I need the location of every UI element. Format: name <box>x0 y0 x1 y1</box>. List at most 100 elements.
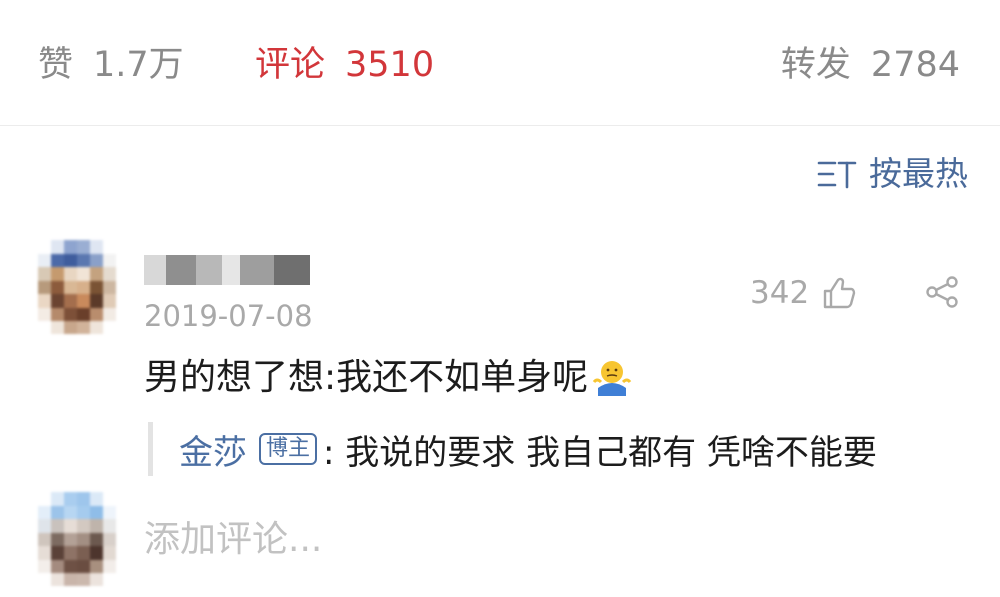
thumbs-up-icon <box>823 277 856 309</box>
avatar-mosaic-cell <box>103 294 116 308</box>
avatar-mosaic-cell <box>77 505 91 520</box>
avatar-mosaic-cell <box>90 267 104 281</box>
avatar-mosaic-cell <box>51 307 65 322</box>
avatar-mosaic-cell <box>90 294 104 308</box>
reposts-label: 转发 <box>780 45 851 85</box>
avatar-mosaic-cell <box>90 532 104 547</box>
avatar-mosaic-cell <box>103 532 116 547</box>
avatar-mosaic-cell <box>64 280 78 295</box>
avatar-mosaic-cell <box>64 321 78 334</box>
avatar-mosaic-cell <box>90 280 104 295</box>
avatar-mosaic-cell <box>77 519 91 533</box>
avatar-mosaic-cell <box>64 559 78 574</box>
sort-button[interactable]: 按最热 <box>817 152 968 196</box>
likes-count: 1.7万 <box>93 45 184 85</box>
avatar-mosaic-cell <box>38 546 52 560</box>
comments-count: 3510 <box>345 45 435 85</box>
avatar-mosaic-cell <box>103 307 116 322</box>
avatar-mosaic-cell <box>64 307 78 322</box>
avatar-mosaic-cell <box>90 307 104 322</box>
avatar-mosaic-cell <box>77 532 91 547</box>
avatar-mosaic-cell <box>38 532 52 547</box>
likes-tab[interactable]: 赞 1.7万 <box>38 40 184 90</box>
avatar-mosaic-cell <box>38 573 52 586</box>
avatar-mosaic-cell <box>77 240 91 254</box>
avatar-mosaic-cell <box>38 505 52 520</box>
avatar-mosaic-cell <box>90 573 104 586</box>
avatar-mosaic-cell <box>38 240 52 254</box>
avatar-mosaic-cell <box>51 559 65 574</box>
avatar-mosaic-cell <box>90 492 104 506</box>
avatar-mosaic-cell <box>64 532 78 547</box>
avatar-mosaic-cell <box>103 492 116 506</box>
commenter-avatar[interactable] <box>38 240 116 334</box>
blogger-reply[interactable]: 金莎 博主 : 我说的要求 我自己都有 凭啥不能要 <box>148 422 877 476</box>
avatar-mosaic-cell <box>77 280 91 295</box>
avatar-mosaic-cell <box>64 573 78 586</box>
current-user-avatar <box>38 492 116 586</box>
avatar-mosaic-cell <box>103 519 116 533</box>
avatar-mosaic-cell <box>103 280 116 295</box>
avatar-mosaic-cell <box>64 267 78 281</box>
avatar-mosaic-cell <box>51 280 65 295</box>
avatar-mosaic-cell <box>51 294 65 308</box>
avatar-mosaic-cell <box>77 546 91 560</box>
share-icon[interactable] <box>924 274 960 310</box>
avatar-mosaic-cell <box>64 546 78 560</box>
blogger-badge: 博主 <box>259 433 318 465</box>
comments-tab[interactable]: 评论 3510 <box>255 40 434 90</box>
like-count: 342 <box>750 275 810 311</box>
likes-label: 赞 <box>38 45 74 85</box>
comment-body: 男的想了想:我还不如单身呢 <box>144 352 632 404</box>
add-comment-input[interactable]: 添加评论... <box>144 514 322 566</box>
avatar-mosaic-cell <box>90 321 104 334</box>
avatar-mosaic-cell <box>38 253 52 268</box>
avatar-mosaic-cell <box>77 492 91 506</box>
avatar-mosaic-cell <box>77 321 91 334</box>
avatar-mosaic-cell <box>51 573 65 586</box>
avatar-mosaic-cell <box>103 546 116 560</box>
avatar-mosaic-cell <box>64 253 78 268</box>
comments-label: 评论 <box>255 45 326 85</box>
reposts-tab[interactable]: 转发 2784 <box>781 40 960 90</box>
avatar-mosaic-cell <box>103 321 116 334</box>
avatar-mosaic-cell <box>90 253 104 268</box>
avatar-mosaic-cell <box>90 505 104 520</box>
avatar-mosaic-cell <box>51 321 65 334</box>
avatar-mosaic-cell <box>51 505 65 520</box>
avatar-mosaic-cell <box>51 546 65 560</box>
avatar-mosaic-cell <box>90 546 104 560</box>
reposts-count: 2784 <box>870 45 960 85</box>
comment-date: 2019-07-08 <box>144 299 313 333</box>
avatar-mosaic-cell <box>51 267 65 281</box>
avatar-mosaic-cell <box>51 253 65 268</box>
avatar-mosaic-cell <box>77 267 91 281</box>
avatar-mosaic-cell <box>64 492 78 506</box>
avatar-mosaic-cell <box>103 267 116 281</box>
avatar-mosaic-cell <box>77 294 91 308</box>
avatar-mosaic-cell <box>90 519 104 533</box>
commenter-name-blurred[interactable] <box>144 255 310 285</box>
sort-icon <box>817 161 857 189</box>
sort-label: 按最热 <box>869 154 968 193</box>
avatar-mosaic-cell <box>64 519 78 533</box>
shrug-emoji-icon <box>592 361 632 396</box>
like-button[interactable]: 342 <box>750 272 857 314</box>
avatar-mosaic-cell <box>51 519 65 533</box>
avatar-mosaic-cell <box>90 240 104 254</box>
avatar-mosaic-cell <box>64 505 78 520</box>
avatar-mosaic-cell <box>103 240 116 254</box>
stats-bar: 赞 1.7万 评论 3510 转发 2784 <box>0 0 1000 126</box>
avatar-mosaic-cell <box>51 492 65 506</box>
avatar-mosaic-cell <box>38 267 52 281</box>
avatar-mosaic-cell <box>38 280 52 295</box>
reply-author[interactable]: 金莎 <box>179 425 247 474</box>
avatar-mosaic-cell <box>77 307 91 322</box>
avatar-mosaic-cell <box>103 559 116 574</box>
avatar-mosaic-cell <box>51 240 65 254</box>
avatar-mosaic-cell <box>77 253 91 268</box>
avatar-mosaic-cell <box>103 573 116 586</box>
avatar-mosaic-cell <box>38 321 52 334</box>
avatar-mosaic-cell <box>103 253 116 268</box>
reply-text: : 我说的要求 我自己都有 凭啥不能要 <box>323 432 877 473</box>
